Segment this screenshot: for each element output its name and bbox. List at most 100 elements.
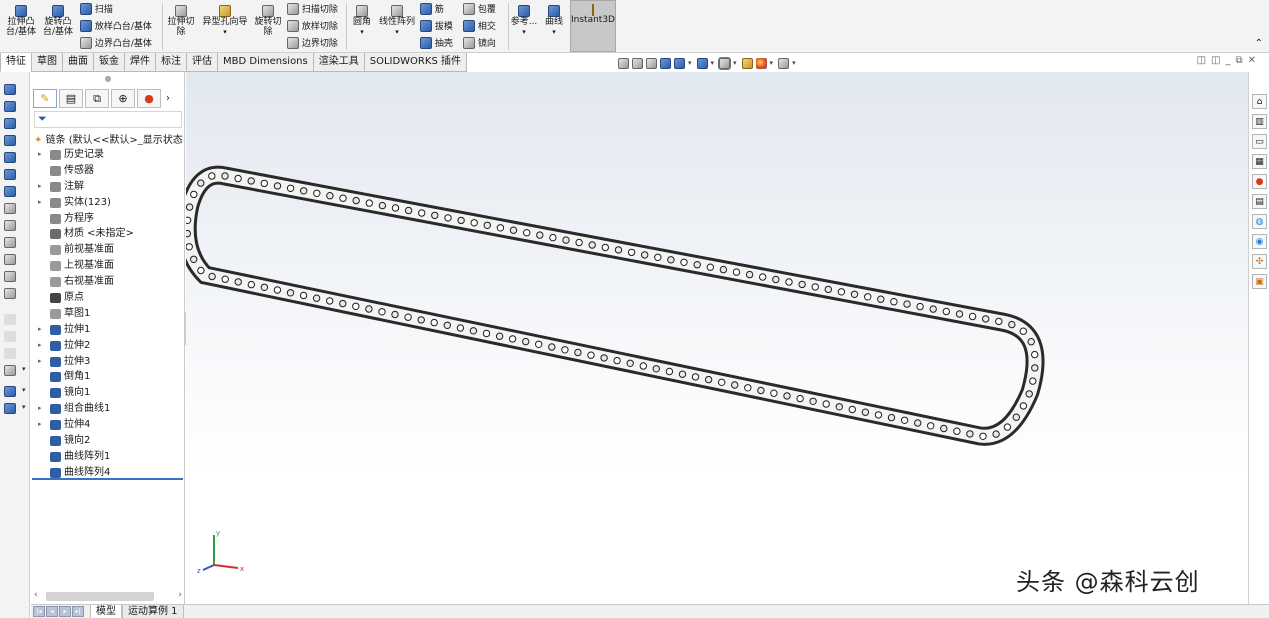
tree-item[interactable]: 前视基准面 bbox=[31, 242, 185, 258]
first-tab-icon[interactable]: |◂ bbox=[33, 606, 45, 617]
tab-markup[interactable]: 标注 bbox=[155, 53, 187, 72]
last-tab-icon[interactable]: ▸| bbox=[72, 606, 84, 617]
tree-item[interactable]: 原点 bbox=[31, 290, 185, 306]
curves-button[interactable]: 曲线 ▾ bbox=[541, 5, 567, 37]
tree-item[interactable]: 上视基准面 bbox=[31, 258, 185, 274]
tab-sheet-metal[interactable]: 钣金 bbox=[93, 53, 125, 72]
tree-item[interactable]: ▸ 拉伸1 bbox=[31, 322, 185, 338]
scroll-thumb[interactable] bbox=[46, 592, 154, 601]
property-manager-tab[interactable]: ▤ bbox=[59, 89, 83, 108]
display-style-icon[interactable] bbox=[718, 56, 732, 70]
tree-item[interactable]: 材质 <未指定> bbox=[31, 226, 185, 242]
section-view-icon[interactable] bbox=[660, 57, 671, 69]
tab-weldments[interactable]: 焊件 bbox=[124, 53, 156, 72]
display-manager-tab[interactable]: ● bbox=[137, 89, 161, 108]
wrap-button[interactable]: 包覆 bbox=[463, 3, 496, 15]
shortcut-extrude-icon[interactable] bbox=[4, 84, 16, 95]
configuration-manager-tab[interactable]: ⧉ bbox=[85, 89, 109, 108]
shortcut-curves-icon[interactable] bbox=[4, 403, 16, 414]
tree-root-part[interactable]: ✦ 链条 (默认<<默认>_显示状态 bbox=[34, 131, 185, 145]
view-orientation-icon[interactable] bbox=[696, 57, 708, 69]
extrude-boss-button[interactable]: 拉伸凸 台/基体 bbox=[4, 5, 38, 37]
swept-cut-button[interactable]: 扫描切除 bbox=[287, 3, 338, 15]
previous-tab-icon[interactable]: ◂ bbox=[46, 606, 58, 617]
tab-mbd-dimensions[interactable]: MBD Dimensions bbox=[217, 53, 314, 72]
tab-sketch[interactable]: 草图 bbox=[31, 53, 63, 72]
view-palette-icon[interactable]: ▦ bbox=[1252, 154, 1267, 169]
shortcut-revolve-icon[interactable] bbox=[4, 101, 16, 112]
shortcut-hole-icon[interactable] bbox=[4, 237, 16, 248]
linear-pattern-button[interactable]: 线性阵列 ▾ bbox=[377, 5, 417, 37]
tree-item[interactable]: ▸ 实体(123) bbox=[31, 195, 185, 211]
revolve-cut-button[interactable]: 旋转切 除 bbox=[252, 5, 284, 37]
view-settings-dropdown-arrow[interactable]: ▾ bbox=[792, 59, 796, 67]
rib-button[interactable]: 筋 bbox=[420, 3, 444, 15]
shortcut-boundary-icon[interactable] bbox=[4, 152, 16, 163]
tree-item[interactable]: 镜向1 bbox=[31, 385, 185, 401]
tab-evaluate[interactable]: 评估 bbox=[186, 53, 218, 72]
expand-arrow-icon[interactable]: ▸ bbox=[38, 322, 42, 338]
file-explorer-folder-icon[interactable]: ▭ bbox=[1252, 134, 1267, 149]
shortcut-shell-icon[interactable] bbox=[4, 220, 16, 231]
hole-wizard-button[interactable]: 异型孔向导 ▾ bbox=[200, 5, 250, 37]
shortcut-rib-icon[interactable] bbox=[4, 169, 16, 180]
appearance-icon[interactable] bbox=[755, 57, 767, 69]
shortcut-wrap-icon[interactable] bbox=[4, 254, 16, 265]
graphics-area[interactable]: y x z 头条 @森科云创 bbox=[186, 72, 1248, 604]
shortcut-sweep-icon[interactable] bbox=[4, 118, 16, 129]
tree-horizontal-scrollbar[interactable]: ‹ › bbox=[34, 589, 184, 602]
3dexperience-marketplace-icon[interactable]: ◉ bbox=[1252, 234, 1267, 249]
rollback-bar[interactable] bbox=[32, 478, 183, 480]
tree-item[interactable]: 草图1 bbox=[31, 306, 185, 322]
view-settings-monitor-icon[interactable] bbox=[778, 57, 790, 69]
expand-arrow-icon[interactable]: ▸ bbox=[38, 195, 42, 211]
zoom-to-fit-icon[interactable] bbox=[618, 57, 629, 69]
custom-properties-icon[interactable]: ▤ bbox=[1252, 194, 1267, 209]
shortcut-loft-icon[interactable] bbox=[4, 135, 16, 146]
tree-item[interactable]: 右视基准面 bbox=[31, 274, 185, 290]
linear-pattern-dropdown-arrow[interactable]: ▾ bbox=[395, 28, 399, 36]
fillet-dropdown-arrow[interactable]: ▾ bbox=[22, 365, 26, 373]
shortcut-reference-icon[interactable] bbox=[4, 386, 16, 397]
boundary-boss-button[interactable]: 边界凸台/基体 bbox=[80, 37, 152, 49]
tree-item[interactable]: ▸ 注解 bbox=[31, 179, 185, 195]
instant3d-button[interactable]: Instant3D bbox=[570, 0, 616, 52]
tab-render-tools[interactable]: 渲染工具 bbox=[312, 53, 365, 72]
mirror-button[interactable]: 镜向 bbox=[463, 37, 496, 49]
expand-arrow-icon[interactable]: ▸ bbox=[38, 401, 42, 417]
tree-item[interactable]: 倒角1 bbox=[31, 369, 185, 385]
shortcut-plane-icon[interactable] bbox=[4, 186, 16, 197]
shortcut-draft-icon[interactable] bbox=[4, 288, 16, 299]
curves-dropdown-arrow[interactable]: ▾ bbox=[22, 403, 26, 411]
dynamic-annotation-icon[interactable] bbox=[674, 57, 685, 69]
tab-surfaces[interactable]: 曲面 bbox=[62, 53, 94, 72]
shortcut-mirror-icon[interactable] bbox=[4, 271, 16, 282]
fillet-button[interactable]: 圆角 ▾ bbox=[350, 5, 374, 37]
expand-arrow-icon[interactable]: ▸ bbox=[38, 417, 42, 433]
expand-arrow-icon[interactable]: ▸ bbox=[38, 354, 42, 370]
filter-funnel-icon[interactable]: ⏷ bbox=[34, 111, 182, 128]
tree-item[interactable]: 镜向2 bbox=[31, 433, 185, 449]
tree-item[interactable]: ▸ 拉伸3 bbox=[31, 354, 185, 370]
draft-button[interactable]: 拔模 bbox=[420, 20, 453, 32]
tree-item[interactable]: 传感器 bbox=[31, 163, 185, 179]
lofted-cut-button[interactable]: 放样切除 bbox=[287, 20, 338, 32]
expand-arrow-icon[interactable]: ▸ bbox=[38, 179, 42, 195]
display-style-dropdown-arrow[interactable]: ▾ bbox=[733, 59, 737, 67]
previous-view-icon[interactable] bbox=[646, 57, 657, 69]
loft-boss-button[interactable]: 放样凸台/基体 bbox=[80, 20, 152, 32]
intersect-button[interactable]: 相交 bbox=[463, 20, 496, 32]
boundary-cut-button[interactable]: 边界切除 bbox=[287, 37, 338, 49]
sweep-button[interactable]: 扫描 bbox=[80, 3, 113, 15]
shortcut-cut-icon[interactable] bbox=[4, 203, 16, 214]
appearance-dropdown-arrow[interactable]: ▾ bbox=[770, 59, 774, 67]
tab-model[interactable]: 模型 bbox=[90, 604, 122, 618]
tab-motion-study-1[interactable]: 运动算例 1 bbox=[122, 604, 184, 618]
ribbon-collapse-chevron-icon[interactable]: ⌃ bbox=[1255, 38, 1263, 49]
tab-features[interactable]: 特征 bbox=[0, 53, 32, 72]
solidworks-forum-icon[interactable]: ◍ bbox=[1252, 214, 1267, 229]
orientation-dropdown-arrow[interactable]: ▾ bbox=[711, 59, 715, 67]
expand-arrow-icon[interactable]: ▸ bbox=[38, 147, 42, 163]
zoom-to-area-icon[interactable] bbox=[632, 57, 643, 69]
reference-dropdown-arrow[interactable]: ▾ bbox=[22, 386, 26, 394]
